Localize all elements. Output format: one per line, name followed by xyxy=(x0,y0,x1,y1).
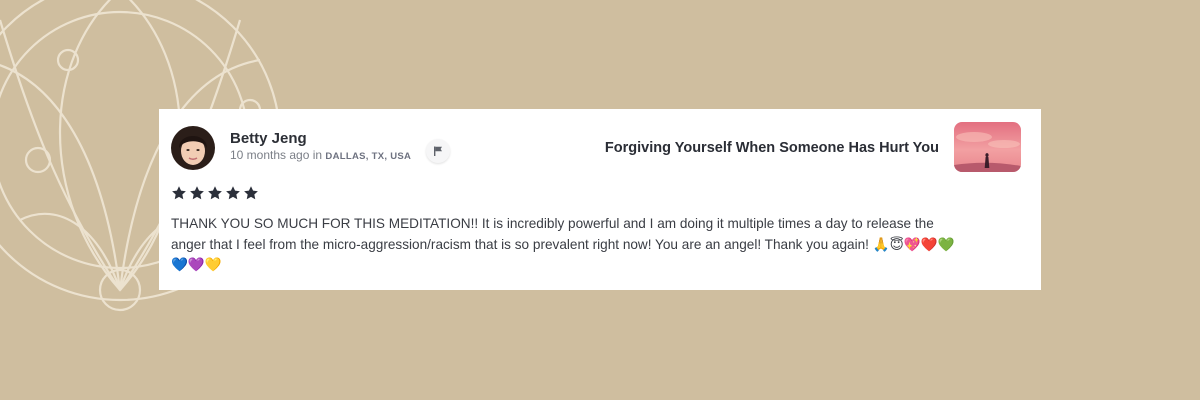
location-prefix: in xyxy=(312,148,323,162)
author-name[interactable]: Betty Jeng xyxy=(230,130,307,147)
course-thumbnail[interactable] xyxy=(954,122,1021,172)
review-time: 10 months ago xyxy=(230,148,310,162)
flag-icon xyxy=(434,146,442,156)
author-avatar[interactable] xyxy=(171,126,215,170)
star-icon xyxy=(243,185,259,201)
author-location: DALLAS, TX, USA xyxy=(325,151,412,162)
star-icon xyxy=(225,185,241,201)
star-icon xyxy=(171,185,187,201)
star-rating xyxy=(171,185,259,201)
review-text: THANK YOU SO MUCH FOR THIS MEDITATION!! … xyxy=(171,216,955,272)
star-icon xyxy=(207,185,223,201)
star-icon xyxy=(189,185,205,201)
review-card: Betty Jeng 10 months ago in DALLAS, TX, … xyxy=(159,109,1041,290)
course-title-link[interactable]: Forgiving Yourself When Someone Has Hurt… xyxy=(605,140,939,156)
report-flag-button[interactable] xyxy=(426,139,450,163)
review-meta: 10 months ago in DALLAS, TX, USA xyxy=(230,148,411,162)
